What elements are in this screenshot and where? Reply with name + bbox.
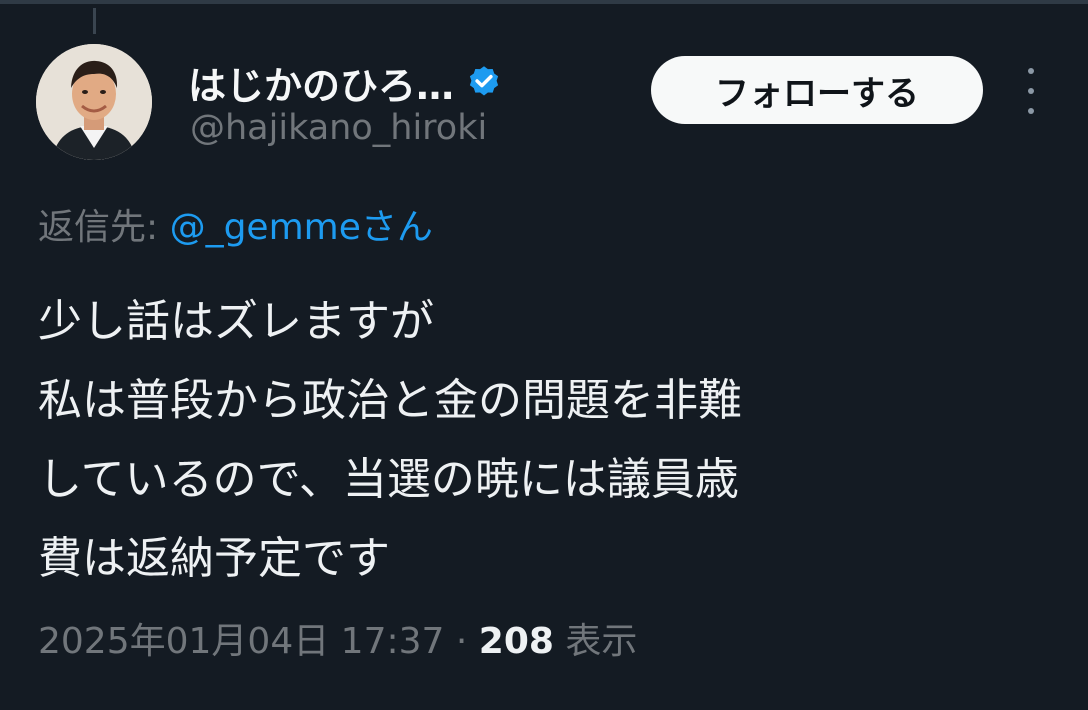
reply-mention-link[interactable]: @_gemmeさん <box>170 207 433 248</box>
meta-separator: · <box>444 621 479 662</box>
tweet-timestamp[interactable]: 2025年01月04日 17:37 <box>38 621 444 662</box>
views-count[interactable]: 208 <box>479 621 554 662</box>
more-dot <box>1028 68 1034 74</box>
more-dot <box>1028 108 1034 114</box>
reply-to-label: 返信先: @_gemmeさん <box>38 198 433 250</box>
tweet-text-line: 費は返納予定です <box>38 533 390 584</box>
follow-button[interactable]: フォローする <box>651 56 983 124</box>
views-label: 表示 <box>553 621 638 662</box>
tweet-text-line: しているので、当選の暁には議員歳 <box>38 454 739 505</box>
author-display-name[interactable]: はじかのひろ… <box>188 55 454 110</box>
tweet-text-line: 少し話はズレますが <box>38 296 434 347</box>
author-name-row[interactable]: はじかのひろ… <box>188 56 502 108</box>
avatar[interactable] <box>36 44 152 160</box>
tweet-metadata: 2025年01月04日 17:37 · 208 表示 <box>38 612 637 664</box>
more-options-icon[interactable] <box>1016 68 1046 114</box>
reply-prefix: 返信先: <box>38 207 170 248</box>
tweet-text-line: 私は普段から政治と金の問題を非難 <box>38 375 742 426</box>
more-dot <box>1028 88 1034 94</box>
tweet-card: はじかのひろ… @hajikano_hiroki フォローする 返信先: @_g… <box>0 0 1088 710</box>
verified-badge-icon <box>469 66 499 96</box>
tweet-text: 少し話はズレますが 私は普段から政治と金の問題を非難 しているので、当選の暁には… <box>38 282 1048 598</box>
author-handle[interactable]: @hajikano_hiroki <box>190 108 487 148</box>
profile-photo-icon <box>36 44 152 160</box>
